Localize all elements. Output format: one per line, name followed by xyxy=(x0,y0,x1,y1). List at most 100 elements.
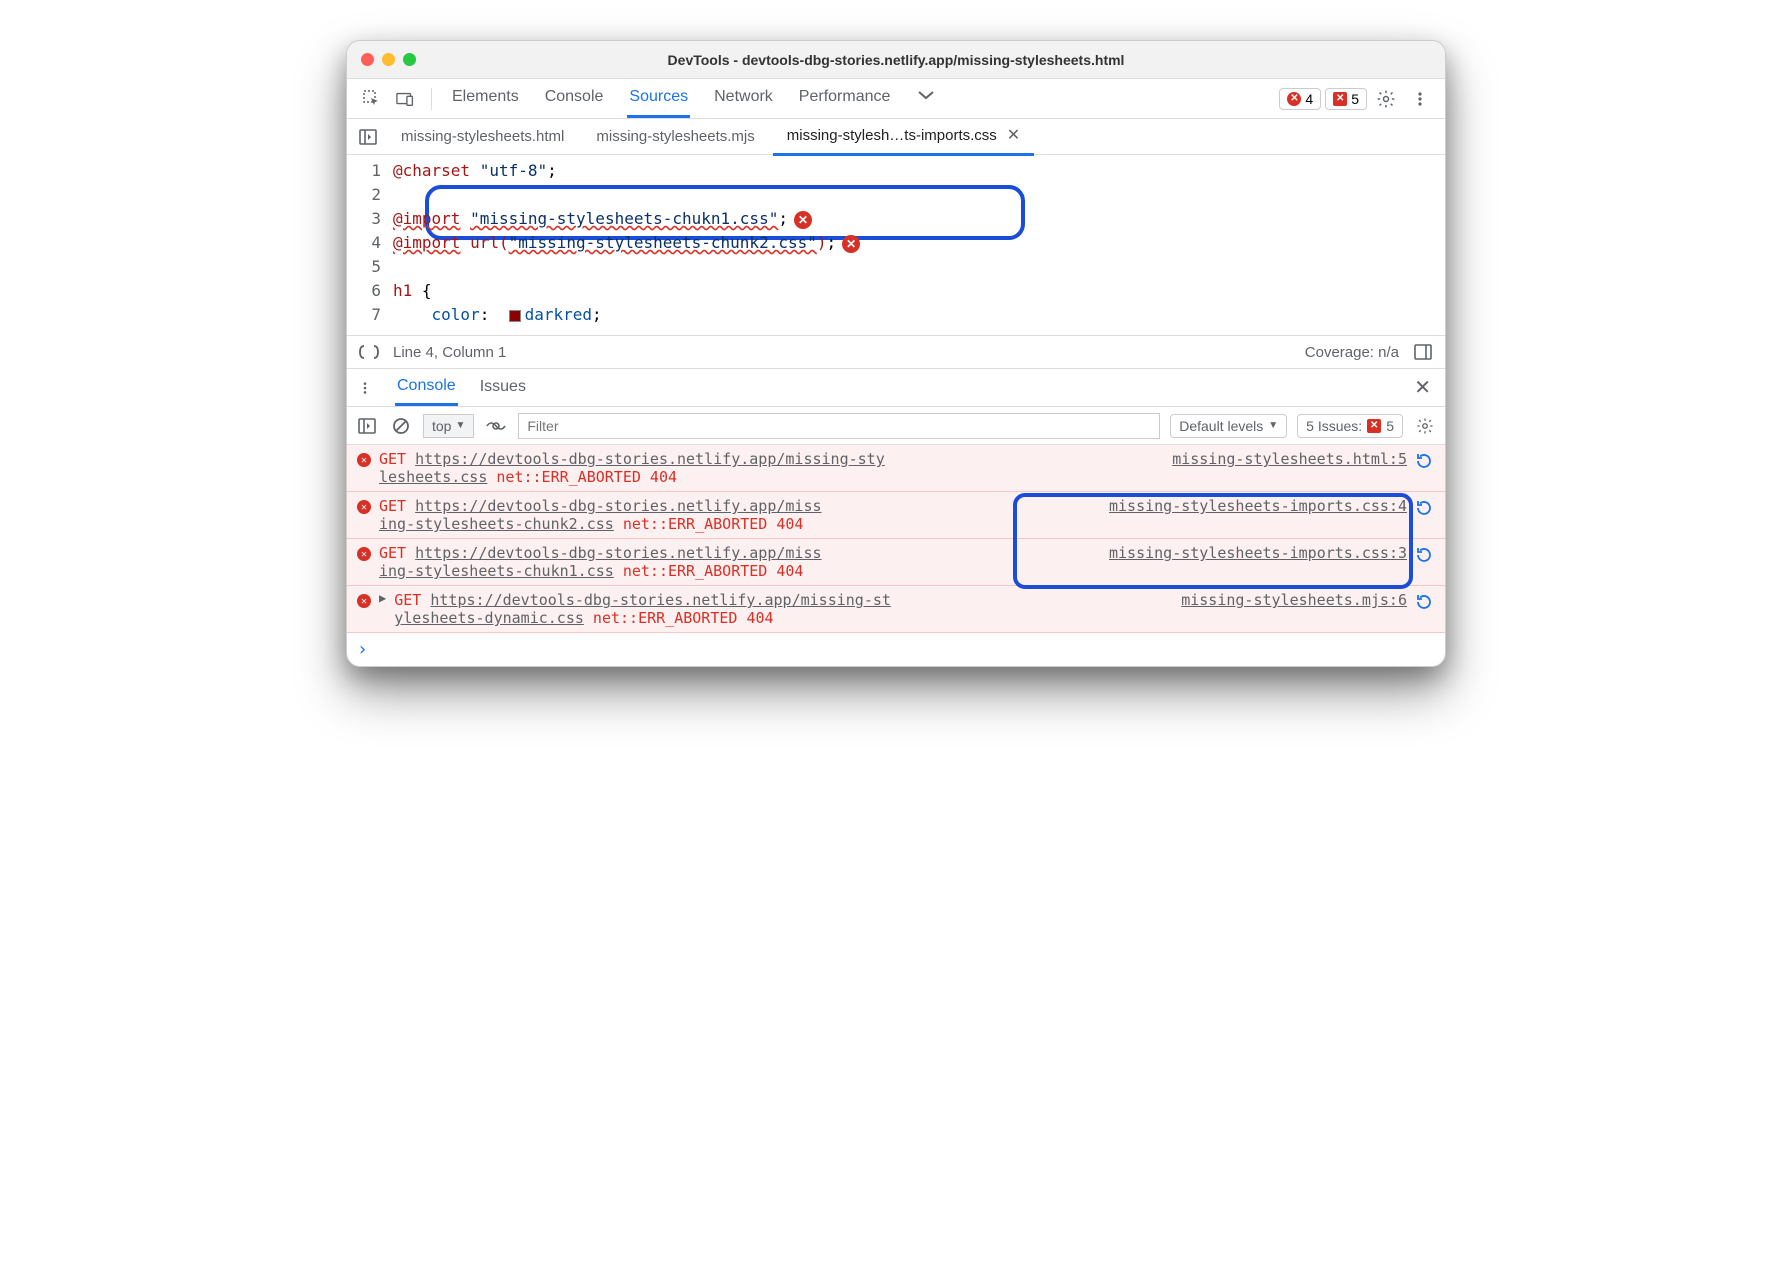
kebab-menu-icon[interactable] xyxy=(1405,84,1435,114)
color-swatch[interactable] xyxy=(509,310,521,322)
divider xyxy=(431,88,432,110)
line-number: 5 xyxy=(347,255,393,279)
console-settings-icon[interactable] xyxy=(1413,411,1437,441)
console-message[interactable]: ✕ GET https://devtools-dbg-stories.netli… xyxy=(347,539,1445,586)
issues-chip-count: 5 xyxy=(1386,418,1394,434)
main-toolbar: Elements Console Sources Network Perform… xyxy=(347,79,1445,119)
reload-icon[interactable] xyxy=(1415,546,1435,566)
execution-context-select[interactable]: top ▼ xyxy=(423,414,474,438)
titlebar: DevTools - devtools-dbg-stories.netlify.… xyxy=(347,41,1445,79)
code-line: color: darkred; xyxy=(393,303,1445,327)
code-line: @import "missing-stylesheets-chukn1.css"… xyxy=(393,207,1445,231)
issues-badge[interactable]: ✕ 5 xyxy=(1325,88,1367,110)
device-toolbar-icon[interactable] xyxy=(391,84,421,114)
inspect-element-icon[interactable] xyxy=(357,84,387,114)
console-message[interactable]: ✕ GET https://devtools-dbg-stories.netli… xyxy=(347,445,1445,492)
source-editor[interactable]: 1@charset "utf-8"; 2 3@import "missing-s… xyxy=(347,155,1445,335)
error-icon: ✕ xyxy=(357,594,371,608)
file-tab-2[interactable]: missing-stylesh…ts-imports.css ✕ xyxy=(773,117,1034,156)
line-number: 6 xyxy=(347,279,393,303)
line-number: 7 xyxy=(347,303,393,327)
console-sidebar-toggle-icon[interactable] xyxy=(355,411,379,441)
minimize-window-button[interactable] xyxy=(382,53,395,66)
error-icon: ✕ xyxy=(357,500,371,514)
console-message[interactable]: ✕ ▶ GET https://devtools-dbg-stories.net… xyxy=(347,586,1445,633)
code-line xyxy=(393,255,1445,279)
issue-square-icon: ✕ xyxy=(1333,92,1347,106)
error-icon: ✕ xyxy=(357,453,371,467)
source-link[interactable]: missing-stylesheets-imports.css:4 xyxy=(1109,497,1407,515)
errors-badge[interactable]: ✕ 4 xyxy=(1279,88,1321,110)
source-link[interactable]: missing-stylesheets-imports.css:3 xyxy=(1109,544,1407,562)
console-toolbar: top ▼ Default levels ▼ 5 Issues: ✕ 5 xyxy=(347,407,1445,445)
drawer-kebab-icon[interactable] xyxy=(355,381,375,395)
code-line: @charset "utf-8"; xyxy=(393,159,1445,183)
devtools-window: DevTools - devtools-dbg-stories.netlify.… xyxy=(346,40,1446,667)
close-window-button[interactable] xyxy=(361,53,374,66)
tab-performance[interactable]: Performance xyxy=(797,80,893,118)
file-tab-label: missing-stylesh…ts-imports.css xyxy=(787,127,997,144)
line-number: 2 xyxy=(347,183,393,207)
panel-tabs: Elements Console Sources Network Perform… xyxy=(450,80,938,118)
drawer-tab-console[interactable]: Console xyxy=(395,370,458,406)
source-link[interactable]: missing-stylesheets.mjs:6 xyxy=(1181,591,1407,609)
settings-icon[interactable] xyxy=(1371,84,1401,114)
console-prompt[interactable]: › xyxy=(347,633,1445,666)
issues-chip-label: 5 Issues: xyxy=(1306,418,1362,434)
code-line: h1 { xyxy=(393,279,1445,303)
line-number: 3 xyxy=(347,207,393,231)
file-tab-0[interactable]: missing-stylesheets.html xyxy=(387,120,578,153)
navigator-toggle-icon[interactable] xyxy=(353,122,383,152)
code-line: @import url("missing-stylesheets-chunk2.… xyxy=(393,231,1445,255)
clear-console-icon[interactable] xyxy=(389,411,413,441)
console-message[interactable]: ✕ GET https://devtools-dbg-stories.netli… xyxy=(347,492,1445,539)
drawer-tab-issues[interactable]: Issues xyxy=(478,371,528,404)
errors-count: 4 xyxy=(1305,91,1313,107)
tab-sources[interactable]: Sources xyxy=(627,80,690,118)
editor-statusbar: Line 4, Column 1 Coverage: n/a xyxy=(347,335,1445,369)
message-body: GET https://devtools-dbg-stories.netlify… xyxy=(379,497,1091,533)
file-tabs: missing-stylesheets.html missing-stylesh… xyxy=(347,119,1445,155)
file-tab-label: missing-stylesheets.html xyxy=(401,128,564,145)
console-messages: ✕ GET https://devtools-dbg-stories.netli… xyxy=(347,445,1445,633)
reload-icon[interactable] xyxy=(1415,452,1435,472)
reload-icon[interactable] xyxy=(1415,593,1435,613)
cursor-position: Line 4, Column 1 xyxy=(393,344,506,361)
log-levels-select[interactable]: Default levels ▼ xyxy=(1170,414,1287,438)
message-body: GET https://devtools-dbg-stories.netlify… xyxy=(394,591,1163,627)
pretty-print-icon[interactable] xyxy=(357,344,381,360)
issue-square-icon: ✕ xyxy=(1367,419,1381,433)
tab-network[interactable]: Network xyxy=(712,80,775,118)
levels-label: Default levels xyxy=(1179,418,1263,434)
filter-input[interactable] xyxy=(518,413,1160,439)
issues-chip[interactable]: 5 Issues: ✕ 5 xyxy=(1297,414,1403,438)
maximize-window-button[interactable] xyxy=(403,53,416,66)
drawer-tabs: Console Issues ✕ xyxy=(347,369,1445,407)
line-number: 1 xyxy=(347,159,393,183)
message-body: GET https://devtools-dbg-stories.netlify… xyxy=(379,450,1154,486)
close-drawer-icon[interactable]: ✕ xyxy=(1408,375,1437,400)
code-line xyxy=(393,183,1445,207)
file-tab-1[interactable]: missing-stylesheets.mjs xyxy=(582,120,768,153)
traffic-lights xyxy=(361,53,416,66)
error-marker-icon[interactable]: ✕ xyxy=(842,235,860,253)
reload-icon[interactable] xyxy=(1415,499,1435,519)
window-title: DevTools - devtools-dbg-stories.netlify.… xyxy=(347,52,1445,68)
more-tabs-button[interactable] xyxy=(914,80,938,118)
tab-elements[interactable]: Elements xyxy=(450,80,521,118)
live-expression-icon[interactable] xyxy=(484,411,508,441)
expand-icon[interactable]: ▶ xyxy=(379,591,386,605)
show-sidebar-icon[interactable] xyxy=(1411,344,1435,360)
close-tab-icon[interactable]: ✕ xyxy=(1007,125,1020,145)
file-tab-label: missing-stylesheets.mjs xyxy=(596,128,754,145)
error-marker-icon[interactable]: ✕ xyxy=(794,211,812,229)
tab-console[interactable]: Console xyxy=(543,80,606,118)
source-link[interactable]: missing-stylesheets.html:5 xyxy=(1172,450,1407,468)
issues-count: 5 xyxy=(1351,91,1359,107)
message-body: GET https://devtools-dbg-stories.netlify… xyxy=(379,544,1091,580)
line-number: 4 xyxy=(347,231,393,255)
error-dot-icon: ✕ xyxy=(1287,92,1301,106)
error-icon: ✕ xyxy=(357,547,371,561)
coverage-status: Coverage: n/a xyxy=(1305,344,1399,361)
context-label: top xyxy=(432,418,451,434)
